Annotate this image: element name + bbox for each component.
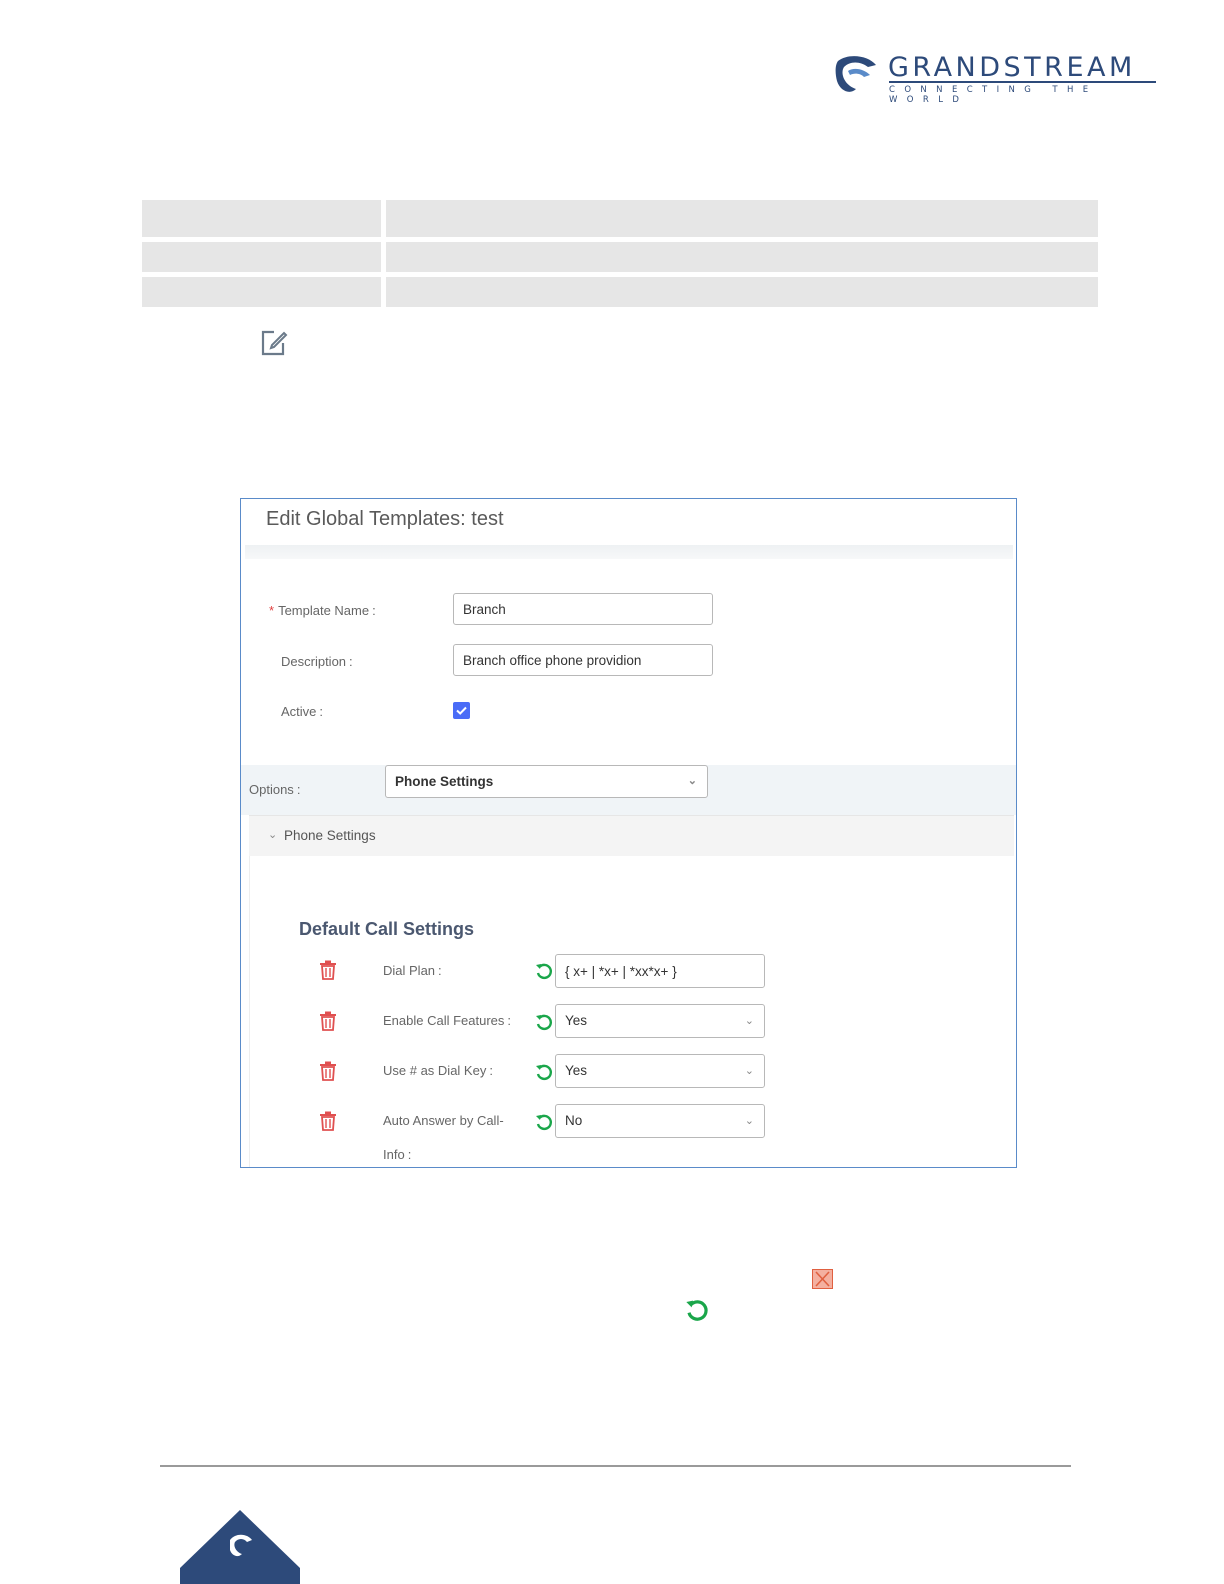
dial-plan-input[interactable]: { x+ | *x+ | *xx*x+ }: [555, 954, 765, 988]
options-select-value: Phone Settings: [395, 774, 494, 789]
active-label: Active:: [281, 704, 324, 719]
phone-settings-collapse-header[interactable]: ⌄ Phone Settings: [249, 815, 1014, 856]
table-row: [142, 277, 1098, 307]
trash-icon[interactable]: [319, 1111, 337, 1131]
use-hash-dial-key-label: Use # as Dial Key:: [383, 1063, 493, 1078]
collapse-header-label: Phone Settings: [284, 828, 376, 843]
panel-divider: [245, 545, 1013, 559]
template-name-input[interactable]: Branch: [453, 593, 713, 625]
options-label: Options:: [249, 782, 301, 797]
required-mark: *: [269, 603, 275, 618]
chevron-down-icon: ⌄: [744, 1065, 754, 1077]
select-value: No: [565, 1113, 583, 1128]
auto-answer-label-cont: Info:: [383, 1147, 412, 1162]
table-cell: [142, 242, 381, 272]
reset-icon: [686, 1300, 708, 1321]
active-checkbox[interactable]: [453, 702, 470, 719]
footer-rule: [160, 1465, 1071, 1467]
chevron-down-icon: ⌄: [744, 1115, 754, 1127]
select-value: Yes: [565, 1063, 588, 1078]
check-icon: [456, 706, 467, 715]
table-cell: [386, 200, 1098, 237]
use-hash-dial-key-select[interactable]: Yes ⌄: [555, 1054, 765, 1088]
description-label: Description:: [281, 654, 353, 669]
edit-global-templates-panel: Edit Global Templates: test * Template Na…: [240, 498, 1017, 1168]
enable-call-features-label: Enable Call Features:: [383, 1013, 512, 1028]
trash-icon[interactable]: [319, 1061, 337, 1081]
edit-icon[interactable]: [258, 326, 290, 358]
table-cell: [386, 242, 1098, 272]
description-input[interactable]: Branch office phone providion: [453, 644, 713, 676]
dial-plan-label: Dial Plan:: [383, 963, 442, 978]
chevron-down-icon: ⌄: [268, 829, 278, 841]
options-select[interactable]: Phone Settings ⌄: [385, 765, 708, 798]
info-table: [142, 200, 1098, 312]
table-cell: [142, 277, 381, 307]
table-row: [142, 242, 1098, 272]
logo-rule: [889, 81, 1156, 83]
auto-answer-select[interactable]: No ⌄: [555, 1104, 765, 1138]
auto-answer-label: Auto Answer by Call-: [383, 1113, 504, 1128]
close-icon: [812, 1269, 833, 1289]
grandstream-logo: GRANDSTREAM CONNECTING THE WORLD: [834, 52, 1164, 105]
select-value: Yes: [565, 1013, 588, 1028]
footer-logo-badge: [180, 1510, 300, 1584]
table-cell: [386, 277, 1098, 307]
trash-icon[interactable]: [319, 1011, 337, 1031]
reset-icon[interactable]: [535, 1113, 553, 1131]
panel-title: Edit Global Templates: test: [266, 508, 504, 530]
reset-icon[interactable]: [535, 1063, 553, 1081]
grandstream-mark-icon: [835, 56, 876, 92]
chevron-down-icon: ⌄: [687, 775, 697, 787]
logo-wordmark: GRANDSTREAM: [888, 52, 1136, 83]
section-title: Default Call Settings: [299, 919, 475, 939]
table-row: [142, 200, 1098, 237]
trash-icon[interactable]: [319, 960, 337, 980]
table-cell: [142, 200, 381, 237]
reset-icon[interactable]: [535, 962, 553, 980]
options-bar: Options: Phone Settings ⌄: [241, 765, 1016, 815]
enable-call-features-select[interactable]: Yes ⌄: [555, 1004, 765, 1038]
chevron-down-icon: ⌄: [744, 1015, 754, 1027]
reset-icon[interactable]: [535, 1013, 553, 1031]
template-name-label: * Template Name:: [269, 603, 376, 618]
logo-tagline: CONNECTING THE WORLD: [889, 85, 1098, 105]
